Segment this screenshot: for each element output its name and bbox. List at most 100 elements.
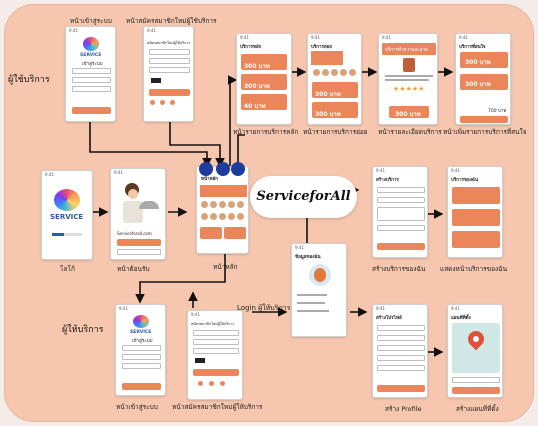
screen-logo: 9:41 SERVICE xyxy=(41,170,93,260)
create-service-button[interactable] xyxy=(377,243,425,250)
home-category-icon[interactable] xyxy=(228,201,235,208)
social-icon[interactable] xyxy=(150,100,155,105)
brain-logo-icon xyxy=(83,37,99,51)
home-card[interactable] xyxy=(224,227,246,239)
cloche-icon xyxy=(139,201,159,209)
social-icon[interactable] xyxy=(160,100,165,105)
preg-field-3[interactable] xyxy=(193,348,239,354)
screen-provider-register: 9:41 สมัครสมาชิกใหม่ผู้ให้บริการ xyxy=(187,310,243,400)
screen-welcome: 9:41 Serviceforall.com xyxy=(110,168,166,260)
main-services-heading: บริการหลัก xyxy=(240,45,262,50)
reg-field-2[interactable] xyxy=(149,58,190,64)
welcome-email: Serviceforall.com xyxy=(117,231,152,236)
category-icon[interactable] xyxy=(331,69,338,76)
preg-field-1[interactable] xyxy=(193,330,239,336)
screen-location-map: 9:41 แผนที่ที่ตั้ง xyxy=(447,304,503,398)
provider-username-field[interactable] xyxy=(122,345,161,351)
profile-address-field[interactable] xyxy=(377,355,425,361)
my-service-card[interactable] xyxy=(452,231,500,248)
screen-my-service: 9:41 บริการของฉัน xyxy=(447,166,503,258)
avatar-figure xyxy=(314,268,326,282)
category-icon[interactable] xyxy=(313,69,320,76)
username-field[interactable] xyxy=(72,68,111,74)
caption-location-map: สร้างแผนที่ที่ตั้ง xyxy=(456,405,499,413)
option-field[interactable] xyxy=(72,86,111,92)
home-category-icon[interactable] xyxy=(219,201,226,208)
reg-button[interactable] xyxy=(149,89,190,96)
role-provider-label: ผู้ให้บริการ xyxy=(62,325,104,335)
register-heading: สมัครสมาชิกใหม่ผู้ใช้บริการ xyxy=(147,41,191,45)
social-icon[interactable] xyxy=(198,381,203,386)
preg-button[interactable] xyxy=(193,369,239,376)
desc-line xyxy=(385,75,433,77)
caption-create-profile: สร้าง Profile xyxy=(385,405,422,413)
home-category-icon[interactable] xyxy=(210,201,217,208)
secondary-button[interactable] xyxy=(117,249,161,255)
social-icon[interactable] xyxy=(209,381,214,386)
caption-interested: หน้าเพิ่มรายการบริการที่สนใจ xyxy=(443,128,527,136)
service-price-field[interactable] xyxy=(377,225,425,231)
reg-field-1[interactable] xyxy=(149,49,190,55)
home-category-icon[interactable] xyxy=(201,201,208,208)
interest-price: 300 บาท xyxy=(465,59,491,66)
address-field[interactable] xyxy=(452,377,500,383)
map-pin-dot xyxy=(473,336,479,342)
provider-register-heading: สมัครสมาชิกใหม่ผู้ให้บริการ xyxy=(191,322,235,326)
home-category-icon[interactable] xyxy=(201,213,208,220)
caption-user-login: หน้าเข้าสู่ระบบ xyxy=(70,17,112,25)
preg-icon xyxy=(195,358,205,363)
highlight-marker xyxy=(231,162,245,176)
my-service-heading: บริการของฉัน xyxy=(451,178,479,183)
service-type-field[interactable] xyxy=(377,197,425,203)
role-user-label: ผู้ใช้บริการ xyxy=(8,75,50,85)
my-service-card[interactable] xyxy=(452,187,500,204)
logo-text: SERVICE xyxy=(50,213,84,221)
rating-stars: ★★★★★ xyxy=(393,85,425,93)
home-category-icon[interactable] xyxy=(228,213,235,220)
detail-heading: บริการทำความสะอาด xyxy=(385,48,428,53)
detail-price: 300 บาท xyxy=(395,111,421,118)
interested-heading: บริการที่สนใจ xyxy=(459,45,486,50)
my-service-card[interactable] xyxy=(452,209,500,226)
start-button[interactable] xyxy=(117,239,161,246)
category-icon[interactable] xyxy=(349,69,356,76)
caption-sub-services: หน้ารายการบริการย่อย xyxy=(303,128,368,136)
caption-provider-login: หน้าเข้าสู่ระบบ xyxy=(116,403,158,411)
profile-email-field[interactable] xyxy=(377,345,425,351)
service-price: 300 บาท xyxy=(244,83,270,90)
service-desc-field[interactable] xyxy=(377,207,425,221)
caption-welcome: หน้าต้อนรับ xyxy=(117,265,150,273)
screen-interested: 9:41 บริการที่สนใจ 300 บาท 300 บาท 700 บ… xyxy=(455,33,511,125)
save-profile-button[interactable] xyxy=(377,385,425,392)
save-location-button[interactable] xyxy=(452,387,500,394)
info-line xyxy=(297,294,327,296)
screen-create-profile: 9:41 สร้างโปรไฟล์ xyxy=(372,304,428,398)
reg-social-row xyxy=(150,100,188,106)
category-icon[interactable] xyxy=(322,69,329,76)
social-icon[interactable] xyxy=(220,381,225,386)
login-button[interactable] xyxy=(72,107,111,114)
provider-option-field[interactable] xyxy=(122,363,161,369)
screen-user-register: 9:41 สมัครสมาชิกใหม่ผู้ใช้บริการ xyxy=(143,26,194,122)
confirm-button[interactable] xyxy=(460,116,508,123)
provider-login-button[interactable] xyxy=(122,383,161,390)
highlight-marker xyxy=(216,162,230,176)
home-category-icon[interactable] xyxy=(237,201,244,208)
reg-field-3[interactable] xyxy=(149,67,190,73)
social-icon[interactable] xyxy=(170,100,175,105)
home-category-icon[interactable] xyxy=(210,213,217,220)
category-icon[interactable] xyxy=(340,69,347,76)
profile-phone-field[interactable] xyxy=(377,335,425,341)
provider-password-field[interactable] xyxy=(122,354,161,360)
home-category-icon[interactable] xyxy=(219,213,226,220)
service-name-field[interactable] xyxy=(377,187,425,193)
preg-field-2[interactable] xyxy=(193,339,239,345)
profile-extra-field[interactable] xyxy=(377,365,425,371)
preg-social-row xyxy=(198,381,236,387)
home-card[interactable] xyxy=(200,227,222,239)
home-category-icon[interactable] xyxy=(237,213,244,220)
profile-name-field[interactable] xyxy=(377,325,425,331)
my-info-heading: ข้อมูลของฉัน xyxy=(295,255,321,260)
service-price: 300 บาท xyxy=(315,111,341,118)
password-field[interactable] xyxy=(72,77,111,83)
